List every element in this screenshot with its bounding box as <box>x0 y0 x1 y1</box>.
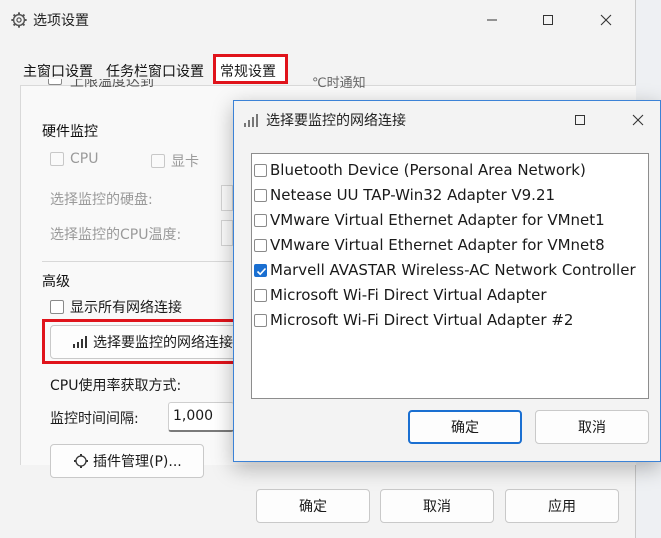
dialog-maximize-button[interactable] <box>560 106 600 134</box>
show-all-net-row[interactable]: 显示所有网络连接 <box>50 297 182 317</box>
gpu-label: 显卡 <box>171 154 199 170</box>
gpu-checkbox-row[interactable]: 显卡 <box>151 151 199 171</box>
list-item-label: VMware Virtual Ethernet Adapter for VMne… <box>270 236 605 254</box>
disk-select[interactable] <box>221 185 233 211</box>
maximize-icon <box>543 15 553 25</box>
list-item[interactable]: Bluetooth Device (Personal Area Network) <box>254 161 586 179</box>
list-item-checkbox[interactable] <box>254 288 267 302</box>
monitor-interval-label: 监控时间间隔: <box>50 411 139 427</box>
list-item-label: Marvell AVASTAR Wireless-AC Network Cont… <box>270 261 636 279</box>
list-item-label: Bluetooth Device (Personal Area Network) <box>270 161 586 179</box>
cpu-label: CPU <box>70 151 99 167</box>
dialog-title: 选择要监控的网络连接 <box>266 113 406 129</box>
plugin-manager-label: 插件管理(P)... <box>93 454 182 470</box>
list-item-checkbox[interactable] <box>254 238 267 252</box>
list-item-label: Microsoft Wi-Fi Direct Virtual Adapter <box>270 286 547 304</box>
list-item-checkbox[interactable] <box>254 163 267 177</box>
gpu-checkbox[interactable] <box>151 154 165 168</box>
list-item-label: Microsoft Wi-Fi Direct Virtual Adapter #… <box>270 311 574 329</box>
minimize-icon <box>487 19 497 21</box>
maximize-icon <box>575 115 585 125</box>
show-all-net-label: 显示所有网络连接 <box>70 300 182 316</box>
network-connection-list[interactable]: Bluetooth Device (Personal Area Network)… <box>251 153 649 399</box>
dialog-cancel-button[interactable]: 取消 <box>535 410 649 444</box>
list-item[interactable]: Microsoft Wi-Fi Direct Virtual Adapter <box>254 286 547 304</box>
tab-taskbar-window[interactable]: 任务栏窗口设置 <box>106 61 204 81</box>
dialog-ok-button[interactable]: 确定 <box>408 410 522 444</box>
temperature-notify-row: 上限温度达到 <box>48 79 248 93</box>
check-icon <box>256 267 267 275</box>
tab-main-window[interactable]: 主窗口设置 <box>23 61 93 81</box>
cpu-temp-select[interactable] <box>221 220 233 246</box>
list-item-checkbox[interactable] <box>254 188 267 202</box>
list-item-checkbox[interactable] <box>254 213 267 227</box>
list-item[interactable]: Marvell AVASTAR Wireless-AC Network Cont… <box>254 261 636 279</box>
list-item[interactable]: VMware Virtual Ethernet Adapter for VMne… <box>254 211 605 229</box>
temperature-notify-checkbox[interactable] <box>48 79 62 85</box>
select-disk-label: 选择监控的硬盘: <box>50 192 153 208</box>
list-item-checkbox-checked[interactable] <box>254 263 267 277</box>
list-item[interactable]: VMware Virtual Ethernet Adapter for VMne… <box>254 236 605 254</box>
cancel-button[interactable]: 取消 <box>380 489 494 523</box>
cpu-checkbox-row[interactable]: CPU <box>50 151 98 167</box>
close-icon <box>632 114 644 126</box>
network-select-dialog: 选择要监控的网络连接 Bluetooth Device (Personal Ar… <box>233 100 661 462</box>
list-item-label: VMware Virtual Ethernet Adapter for VMne… <box>270 211 605 229</box>
select-cpu-temp-label: 选择监控的CPU温度: <box>50 227 182 243</box>
puzzle-gear-icon <box>74 454 88 468</box>
ok-button[interactable]: 确定 <box>256 489 370 523</box>
maximize-button[interactable] <box>528 6 568 34</box>
monitor-interval-input[interactable]: 1,000 <box>168 402 234 432</box>
list-item-label: Netease UU TAP-Win32 Adapter V9.21 <box>270 186 556 204</box>
gear-icon <box>11 12 27 28</box>
highlight-box <box>42 319 246 364</box>
dialog-close-button[interactable] <box>618 106 658 134</box>
notify-unit-label: ℃时通知 <box>312 76 366 90</box>
advanced-group-label: 高级 <box>42 274 70 290</box>
temperature-notify-label: 上限温度达到 <box>70 79 154 90</box>
cpu-checkbox[interactable] <box>50 152 64 166</box>
plugin-manager-button[interactable]: 插件管理(P)... <box>50 444 204 478</box>
cpu-usage-method-label: CPU使用率获取方式: <box>50 378 182 394</box>
hardware-monitor-group-label: 硬件监控 <box>42 124 98 140</box>
list-item[interactable]: Microsoft Wi-Fi Direct Virtual Adapter #… <box>254 311 573 329</box>
close-button[interactable] <box>586 6 626 34</box>
show-all-net-checkbox[interactable] <box>50 300 64 314</box>
apply-button[interactable]: 应用 <box>505 489 619 523</box>
signal-icon <box>244 114 258 127</box>
close-icon <box>600 14 612 26</box>
list-item[interactable]: Netease UU TAP-Win32 Adapter V9.21 <box>254 186 555 204</box>
minimize-button[interactable] <box>472 6 512 34</box>
title-bar: 选项设置 <box>0 0 635 40</box>
group-divider <box>42 261 232 262</box>
list-item-checkbox[interactable] <box>254 313 267 327</box>
window-title: 选项设置 <box>33 13 89 29</box>
